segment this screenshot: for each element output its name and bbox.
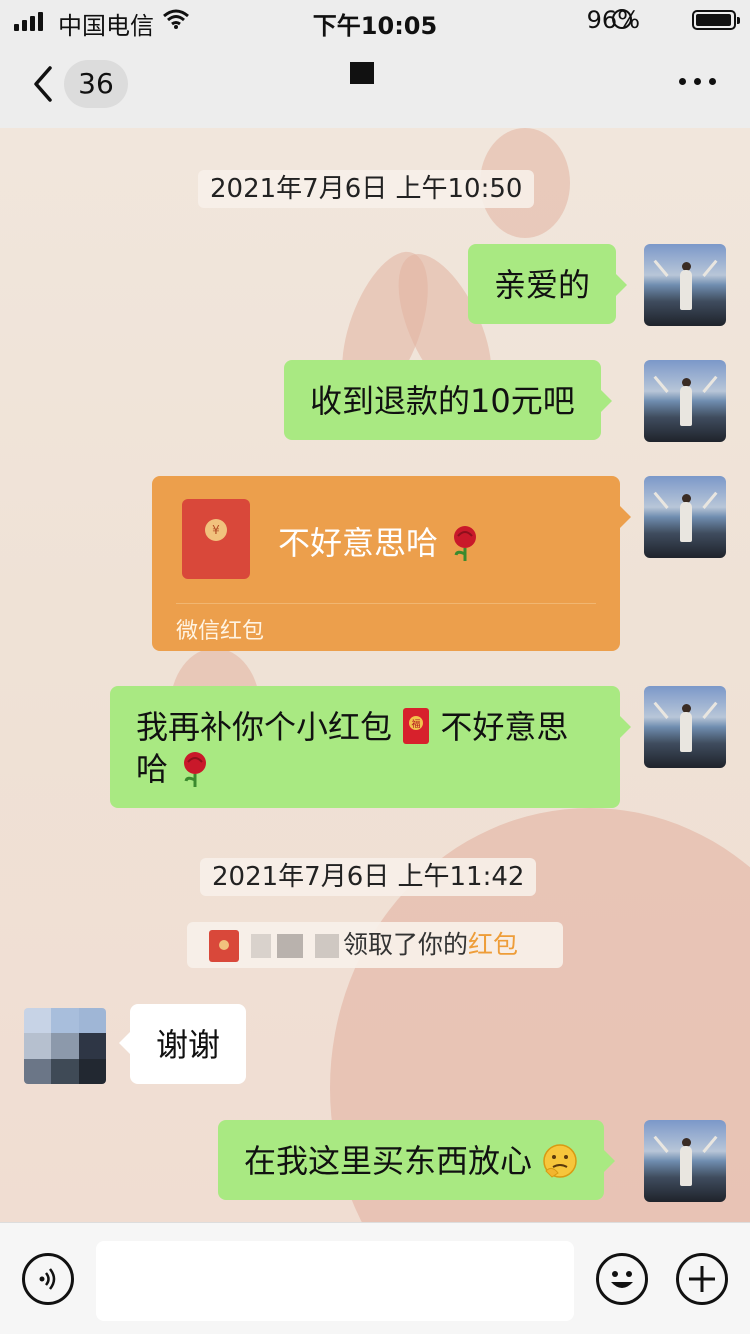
red-packet-message: 不好意思哈 — [278, 524, 439, 562]
message-text: 亲爱的 — [494, 266, 591, 304]
chat-background — [0, 128, 750, 1222]
battery-icon — [692, 10, 740, 30]
message-input[interactable] — [96, 1241, 574, 1321]
status-bar: 中国电信 下午10:05 96% — [0, 0, 750, 40]
plus-icon[interactable] — [676, 1253, 728, 1305]
voice-icon[interactable] — [22, 1253, 74, 1305]
more-icon[interactable] — [679, 78, 716, 85]
message-text: 哈 — [136, 750, 169, 788]
thinking-face-emoji — [543, 1144, 577, 1178]
my-avatar[interactable] — [644, 1120, 726, 1202]
chat-header: 36 — [0, 40, 750, 128]
my-avatar[interactable] — [644, 686, 726, 768]
fu-red-packet-emoji: 福 — [403, 708, 430, 744]
svg-text:福: 福 — [412, 718, 421, 730]
red-packet-icon — [209, 930, 239, 962]
emoji-icon[interactable] — [596, 1253, 648, 1305]
chat-title-redacted — [350, 62, 374, 84]
message-text: 我再补你个小红包 — [136, 708, 393, 746]
message-text: 不好意思 — [440, 708, 569, 746]
timestamp: 2021年7月6日 上午10:50 — [198, 170, 535, 208]
input-bar — [0, 1222, 750, 1334]
message-text: 收到退款的10元吧 — [310, 382, 575, 420]
message-bubble[interactable]: 收到退款的10元吧 — [284, 360, 612, 440]
red-packet-label: 微信红包 — [176, 619, 265, 644]
red-packet-link[interactable]: 红包 — [468, 930, 518, 959]
message-text: 谢谢 — [156, 1026, 221, 1064]
red-packet-card[interactable]: ¥ 不好意思哈 微信红包 — [152, 476, 631, 651]
rose-emoji — [184, 752, 207, 787]
system-notice-text: 领取了你的 — [343, 930, 469, 959]
timestamp: 2021年7月6日 上午11:42 — [200, 858, 537, 896]
message-bubble[interactable]: 在我这里买东西放心 — [218, 1120, 616, 1200]
unread-count-badge[interactable]: 36 — [64, 60, 128, 108]
contact-avatar[interactable] — [24, 1008, 106, 1084]
my-avatar[interactable] — [644, 360, 726, 442]
back-chevron-icon[interactable] — [26, 62, 62, 106]
my-avatar[interactable] — [644, 244, 726, 326]
message-bubble[interactable]: 谢谢 — [118, 1004, 247, 1084]
my-avatar[interactable] — [644, 476, 726, 558]
battery-percent: 96% — [586, 6, 640, 34]
system-notice: 领取了你的红包 — [187, 922, 563, 968]
rose-emoji — [454, 526, 477, 561]
message-bubble[interactable]: 我再补你个小红包 福 不好意思 哈 — [110, 686, 631, 808]
message-text: 在我这里买东西放心 — [244, 1142, 533, 1180]
message-bubble[interactable]: 亲爱的 — [468, 244, 628, 324]
red-packet-icon: ¥ — [182, 499, 250, 579]
